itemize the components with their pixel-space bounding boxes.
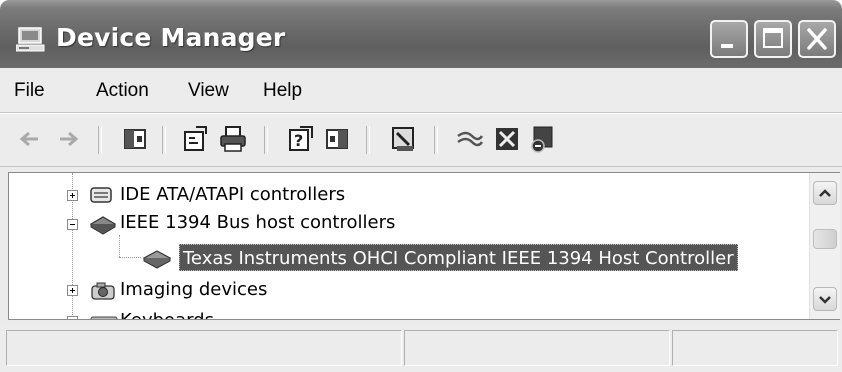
vertical-scrollbar[interactable]: [809, 173, 840, 319]
status-pane-2: [404, 330, 670, 366]
device-manager-window: Device Manager File Action View Help ? I…: [0, 0, 842, 372]
close-icon: [807, 28, 827, 50]
scan-hardware-icon[interactable]: [388, 124, 418, 154]
close-button[interactable]: [798, 20, 836, 58]
expand-icon[interactable]: [67, 316, 78, 319]
scrollbar-thumb[interactable]: [813, 229, 837, 249]
maximize-button[interactable]: [754, 20, 792, 58]
update-driver-icon[interactable]: [454, 124, 484, 154]
disable-icon[interactable]: [528, 124, 558, 154]
ieee1394-device-icon: [142, 245, 172, 274]
menu-view[interactable]: View: [188, 80, 229, 102]
status-bar: [0, 324, 842, 372]
tree-item-imaging-devices[interactable]: Imaging devices: [67, 278, 767, 302]
collapse-icon[interactable]: [67, 219, 78, 230]
toolbar-separator: [98, 126, 102, 154]
expand-icon[interactable]: [67, 285, 78, 296]
tree-item-label: IDE ATA/ATAPI controllers: [120, 184, 346, 205]
tree-item-label: Keyboards: [120, 310, 214, 319]
maximize-icon: [763, 28, 783, 48]
tree-item-ide-controllers[interactable]: IDE ATA/ATAPI controllers: [67, 183, 767, 207]
window-title: Device Manager: [56, 23, 286, 52]
status-pane-1: [6, 330, 402, 366]
toolbar-separator: [366, 126, 370, 154]
print-icon[interactable]: [218, 124, 248, 154]
tree-item-keyboards[interactable]: Keyboards: [67, 309, 767, 319]
tree-item-label: IEEE 1394 Bus host controllers: [120, 212, 396, 233]
expand-icon[interactable]: [67, 190, 78, 201]
toolbar-separator: [162, 126, 166, 154]
minimize-button[interactable]: [710, 20, 748, 58]
help-icon[interactable]: ?: [286, 124, 316, 154]
tree-item-ieee1394-controllers[interactable]: IEEE 1394 Bus host controllers: [67, 211, 767, 235]
keyboard-icon: [89, 311, 119, 319]
computer-icon: [15, 27, 46, 53]
menu-file[interactable]: File: [14, 80, 45, 102]
chevron-down-icon: [819, 296, 831, 304]
chevron-up-icon: [819, 189, 831, 197]
toolbar: ?: [0, 114, 842, 166]
toolbar-separator: [264, 126, 268, 154]
ieee1394-controller-icon: [89, 211, 117, 240]
menu-bar: File Action View Help: [0, 68, 842, 112]
back-icon[interactable]: [14, 124, 44, 154]
device-tree[interactable]: IDE ATA/ATAPI controllers IEEE 1394 Bus …: [8, 172, 840, 320]
title-bar[interactable]: Device Manager: [0, 0, 842, 68]
imaging-device-icon: [89, 278, 119, 307]
forward-icon[interactable]: [54, 124, 84, 154]
toolbar-separator: [434, 126, 438, 154]
status-pane-3: [672, 330, 838, 366]
toolbar-divider: [0, 166, 842, 167]
scroll-down-button[interactable]: [813, 287, 837, 311]
tree-item-label: Imaging devices: [120, 279, 268, 300]
menu-help[interactable]: Help: [263, 80, 302, 102]
ide-controller-icon: [89, 183, 115, 212]
show-hide-action-pane-icon[interactable]: [322, 124, 352, 154]
properties-icon[interactable]: [180, 124, 210, 154]
tree-item-selected-label[interactable]: Texas Instruments OHCI Compliant IEEE 13…: [179, 244, 738, 271]
menu-action[interactable]: Action: [96, 80, 149, 102]
uninstall-icon[interactable]: [492, 124, 522, 154]
minimize-icon: [721, 44, 733, 48]
scroll-up-button[interactable]: [813, 181, 837, 205]
svg-text:?: ?: [294, 131, 303, 150]
show-hide-console-tree-icon[interactable]: [120, 124, 150, 154]
